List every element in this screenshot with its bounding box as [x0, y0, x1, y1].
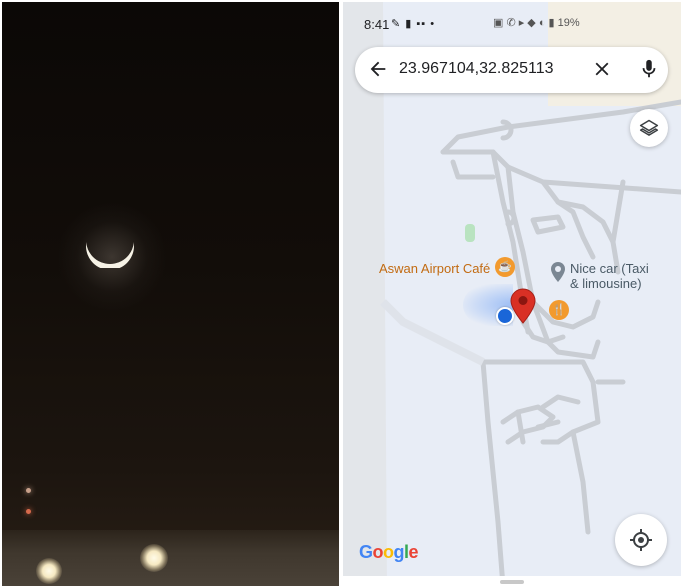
map-marker-icon[interactable]: [549, 261, 567, 283]
ground-light: [140, 544, 168, 572]
bottom-sheet-handle[interactable]: [343, 576, 681, 586]
google-logo: Google: [359, 542, 419, 562]
microphone-icon[interactable]: [638, 58, 660, 80]
search-input[interactable]: 23.967104,32.825113: [399, 60, 554, 78]
back-arrow-icon[interactable]: [367, 58, 389, 80]
close-icon[interactable]: [591, 58, 613, 80]
poi-aswan-airport-cafe[interactable]: Aswan Airport Café: [379, 261, 490, 276]
ground-light: [36, 558, 62, 584]
search-bar[interactable]: 23.967104,32.825113: [355, 47, 668, 93]
restaurant-icon[interactable]: 🍴: [549, 300, 569, 320]
distant-light: [26, 509, 31, 514]
poi-nice-car[interactable]: Nice car (Taxi & limousine): [570, 261, 670, 291]
poi-nice-car-line1: Nice car (Taxi: [570, 261, 649, 276]
map-view[interactable]: 8:41 ✎ ▮ ▪▪ • ▣ ✆ ▸ ◆ ◐ ▮ 19% 23.967104,…: [343, 2, 681, 586]
status-icons-left: ✎ ▮ ▪▪ •: [391, 18, 436, 30]
status-bar: 8:41 ✎ ▮ ▪▪ • ▣ ✆ ▸ ◆ ◐ ▮ 19%: [343, 2, 681, 42]
distant-light: [26, 488, 31, 493]
crosshair-icon: [630, 529, 652, 551]
layers-icon: [639, 119, 659, 136]
status-time: 8:41: [364, 17, 390, 32]
poi-nice-car-line2: & limousine): [570, 276, 642, 291]
layers-button[interactable]: [630, 109, 668, 147]
location-pin-icon[interactable]: [510, 288, 536, 324]
crescent-moon: [86, 242, 136, 268]
status-icons-right: ▣ ✆ ▸ ◆ ◐ ▮ 19%: [493, 17, 580, 29]
my-location-button[interactable]: [615, 514, 667, 566]
cafe-icon[interactable]: ☕: [495, 257, 515, 277]
moon-photo: [2, 2, 339, 586]
drag-handle[interactable]: [500, 580, 524, 584]
